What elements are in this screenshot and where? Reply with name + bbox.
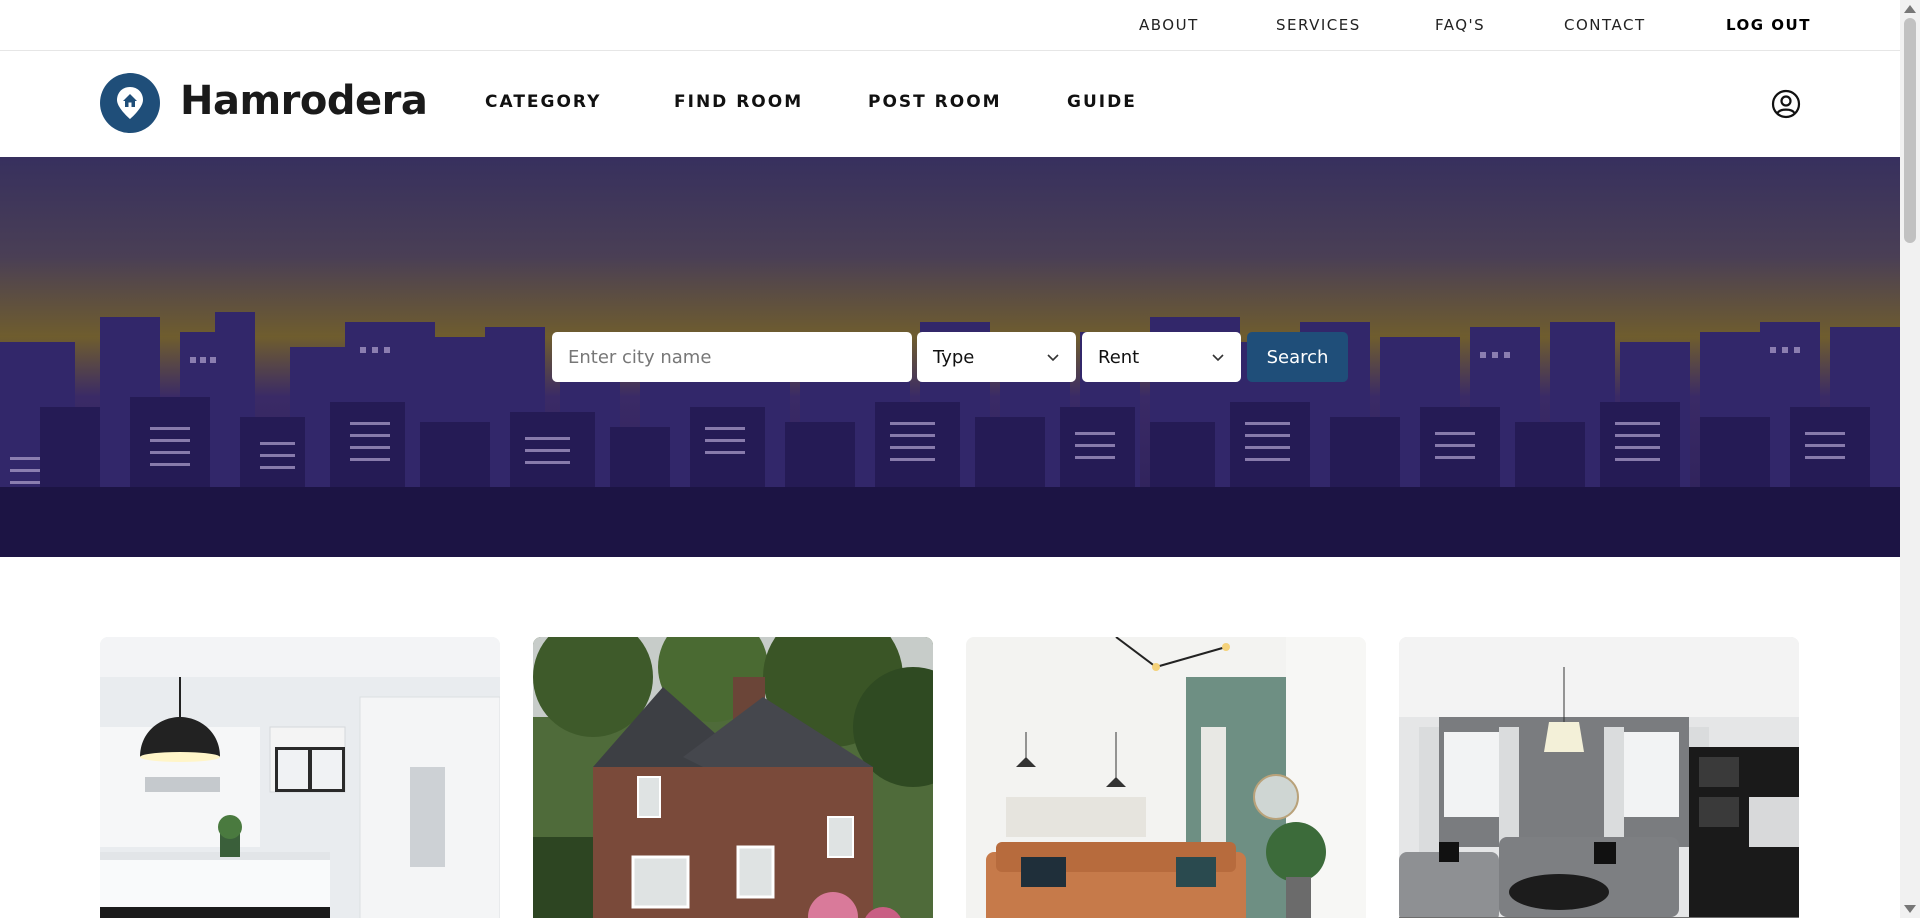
scroll-up-arrow-icon[interactable] — [1904, 5, 1916, 13]
search-button[interactable]: Search — [1247, 332, 1348, 382]
scroll-down-arrow-icon[interactable] — [1904, 905, 1916, 913]
listing-photo — [966, 637, 1366, 918]
listing-card[interactable] — [966, 637, 1366, 918]
listing-photo — [100, 637, 500, 918]
rent-select-value: Rent — [1098, 346, 1140, 368]
type-select-value: Type — [933, 346, 975, 368]
listing-card[interactable] — [1399, 637, 1799, 918]
nav-guide[interactable]: GUIDE — [1067, 92, 1137, 112]
chevron-down-icon — [1047, 354, 1059, 362]
home-pin-icon[interactable] — [100, 73, 160, 133]
top-bar: ABOUT SERVICES FAQ'S CONTACT LOG OUT — [0, 0, 1900, 51]
page-scrollbar[interactable] — [1900, 0, 1920, 918]
top-nav-about[interactable]: ABOUT — [1139, 16, 1199, 34]
listing-card[interactable] — [100, 637, 500, 918]
brand-name[interactable]: Hamrodera — [180, 78, 428, 124]
chevron-down-icon — [1212, 354, 1224, 362]
main-header: Hamrodera CATEGORY FIND ROOM POST ROOM G… — [0, 52, 1900, 157]
top-nav-faqs[interactable]: FAQ'S — [1435, 16, 1485, 34]
listing-photo — [1399, 637, 1799, 918]
nav-find-room[interactable]: FIND ROOM — [674, 92, 803, 112]
user-circle-icon[interactable] — [1771, 89, 1801, 119]
type-select[interactable]: Type — [917, 332, 1076, 382]
city-search-input[interactable] — [552, 332, 912, 382]
listing-card[interactable] — [533, 637, 933, 918]
listing-photo — [533, 637, 933, 918]
nav-post-room[interactable]: POST ROOM — [868, 92, 1002, 112]
scroll-thumb[interactable] — [1904, 18, 1916, 243]
rent-select[interactable]: Rent — [1082, 332, 1241, 382]
nav-category[interactable]: CATEGORY — [485, 92, 601, 112]
top-nav-contact[interactable]: CONTACT — [1564, 16, 1646, 34]
logout-link[interactable]: LOG OUT — [1726, 16, 1811, 34]
top-nav-services[interactable]: SERVICES — [1276, 16, 1361, 34]
